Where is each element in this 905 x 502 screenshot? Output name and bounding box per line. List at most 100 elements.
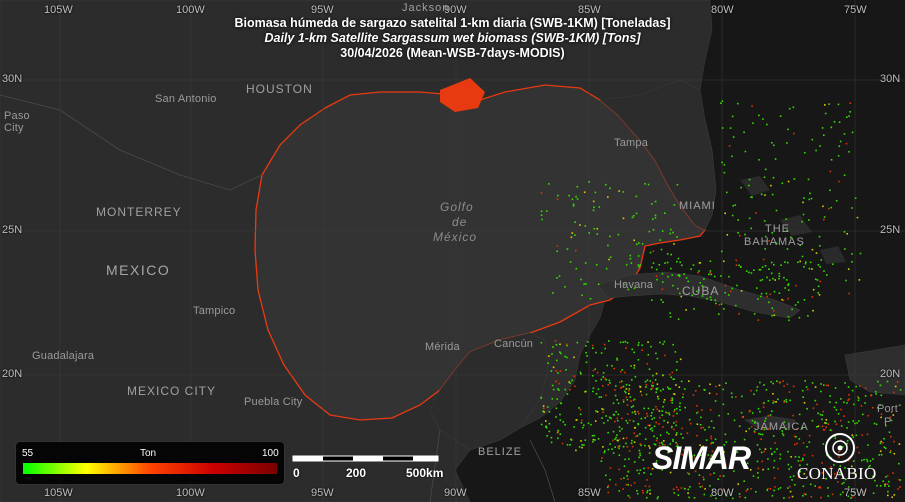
sargassum-pixel bbox=[744, 150, 747, 153]
sargassum-pixel bbox=[656, 497, 659, 500]
sargassum-pixel bbox=[767, 468, 770, 470]
sargassum-pixel bbox=[616, 419, 619, 422]
sargassum-pixel bbox=[867, 414, 870, 417]
sargassum-pixel bbox=[740, 186, 742, 189]
sargassum-pixel bbox=[622, 341, 624, 343]
sargassum-pixel bbox=[661, 410, 663, 412]
sargassum-pixel bbox=[653, 417, 656, 419]
place-the: THE bbox=[765, 223, 790, 235]
sargassum-pixel bbox=[571, 232, 574, 234]
sargassum-pixel bbox=[592, 209, 595, 212]
sargassum-pixel bbox=[845, 142, 848, 145]
sargassum-pixel bbox=[658, 264, 661, 266]
sargassum-pixel bbox=[735, 264, 738, 266]
sargassum-pixel bbox=[699, 262, 702, 264]
sargassum-pixel bbox=[606, 364, 609, 367]
sargassum-pixel bbox=[638, 456, 640, 459]
sargassum-pixel bbox=[630, 400, 632, 402]
sargassum-pixel bbox=[664, 354, 666, 357]
lon-tick-bottom: 100W bbox=[176, 487, 205, 499]
sargassum-pixel bbox=[731, 214, 734, 217]
sargassum-pixel bbox=[692, 394, 695, 396]
sargassum-pixel bbox=[657, 398, 660, 400]
sargassum-pixel bbox=[639, 452, 641, 455]
sargassum-pixel bbox=[630, 484, 632, 487]
sargassum-pixel bbox=[604, 450, 606, 452]
sargassum-pixel bbox=[894, 385, 897, 388]
sargassum-pixel bbox=[659, 389, 662, 392]
sargassum-pixel bbox=[820, 496, 822, 499]
map-view[interactable]: Biomasa húmeda de sargazo satelital 1-km… bbox=[0, 0, 905, 502]
sargassum-pixel bbox=[651, 418, 653, 420]
sargassum-pixel bbox=[844, 382, 846, 384]
sargassum-pixel bbox=[883, 437, 885, 440]
sargassum-pixel bbox=[739, 234, 741, 237]
sargassum-pixel bbox=[777, 467, 779, 470]
sargassum-pixel bbox=[819, 280, 822, 283]
sargassum-pixel bbox=[772, 435, 775, 437]
sargassum-pixel bbox=[803, 454, 806, 456]
place-el-paso-a: Paso bbox=[4, 110, 30, 122]
sargassum-pixel bbox=[583, 283, 585, 285]
sargassum-pixel bbox=[594, 420, 597, 422]
sargassum-pixel bbox=[648, 230, 651, 233]
sargassum-pixel bbox=[556, 198, 559, 200]
sargassum-pixel bbox=[695, 390, 697, 392]
sargassum-pixel bbox=[670, 399, 672, 402]
sargassum-pixel bbox=[655, 275, 658, 277]
sargassum-pixel bbox=[650, 345, 652, 348]
sargassum-pixel bbox=[585, 361, 588, 364]
sargassum-pixel bbox=[626, 404, 629, 406]
sargassum-pixel bbox=[616, 359, 619, 361]
sargassum-pixel bbox=[667, 421, 669, 424]
sargassum-pixel bbox=[570, 236, 573, 239]
sargassum-pixel bbox=[817, 264, 820, 266]
sargassum-pixel bbox=[636, 243, 638, 246]
sargassum-pixel bbox=[702, 426, 704, 429]
sargassum-pixel bbox=[629, 396, 632, 398]
sargassum-pixel bbox=[618, 438, 621, 441]
sargassum-pixel bbox=[713, 427, 715, 429]
sargassum-pixel bbox=[815, 252, 818, 254]
sargassum-pixel bbox=[607, 491, 610, 494]
sargassum-pixel bbox=[767, 400, 770, 402]
sargassum-pixel bbox=[815, 149, 817, 152]
sargassum-pixel bbox=[898, 404, 901, 406]
sargassum-pixel bbox=[615, 436, 617, 439]
sargassum-pixel bbox=[672, 488, 675, 491]
sargassum-pixel bbox=[787, 487, 789, 489]
sargassum-pixel bbox=[823, 216, 826, 218]
sargassum-pixel bbox=[637, 423, 640, 426]
sargassum-pixel bbox=[671, 397, 673, 399]
sargassum-pixel bbox=[798, 438, 801, 440]
sargassum-pixel bbox=[604, 347, 606, 350]
place-port-b: P bbox=[884, 416, 892, 428]
sargassum-pixel bbox=[737, 219, 739, 221]
sargassum-pixel bbox=[649, 428, 652, 430]
sargassum-pixel bbox=[843, 231, 846, 233]
sargassum-pixel bbox=[755, 491, 757, 493]
sargassum-pixel bbox=[673, 393, 676, 395]
place-monterrey: MONTERREY bbox=[96, 205, 182, 219]
sargassum-pixel bbox=[750, 425, 753, 428]
sargassum-pixel bbox=[618, 468, 621, 471]
sargassum-pixel bbox=[811, 268, 813, 270]
sargassum-pixel bbox=[619, 381, 621, 383]
sargassum-pixel bbox=[721, 100, 724, 102]
sargassum-pixel bbox=[748, 184, 750, 187]
sargassum-pixel bbox=[847, 268, 850, 270]
sargassum-pixel bbox=[821, 414, 824, 416]
sargassum-pixel bbox=[898, 443, 901, 445]
sargassum-pixel bbox=[667, 275, 669, 278]
sargassum-pixel bbox=[839, 140, 842, 143]
sargassum-pixel bbox=[755, 212, 757, 214]
sargassum-pixel bbox=[771, 410, 773, 412]
sargassum-pixel bbox=[759, 381, 761, 384]
place-belize: BELIZE bbox=[478, 446, 522, 458]
sargassum-pixel bbox=[677, 274, 679, 277]
place-cancun: Cancún bbox=[494, 338, 534, 350]
sargassum-pixel bbox=[693, 497, 696, 499]
sargassum-pixel bbox=[685, 309, 687, 311]
sargassum-pixel bbox=[801, 255, 804, 258]
lat-tick-right: 20N bbox=[880, 368, 901, 380]
